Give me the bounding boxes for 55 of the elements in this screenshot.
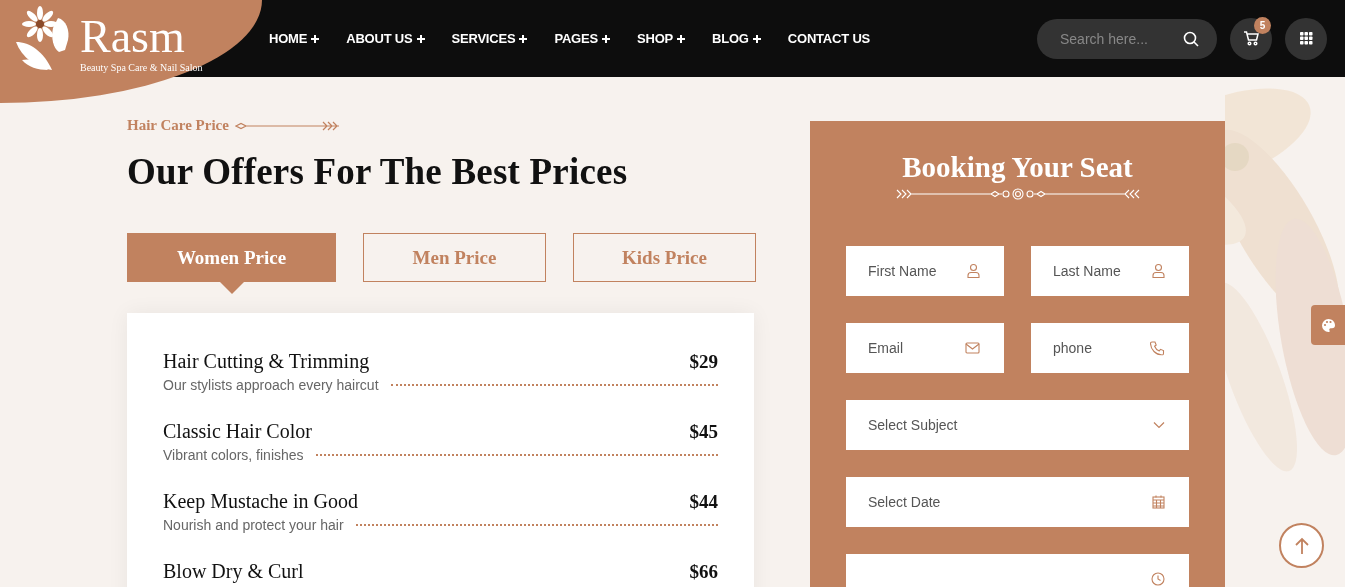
subject-dropdown[interactable]: Select Subject — [846, 400, 1189, 450]
ornament-divider-icon — [895, 188, 1140, 200]
booking-title: Booking Your Seat — [902, 151, 1133, 184]
service-description: Nourish and protect your hair — [163, 517, 344, 533]
palette-icon — [1320, 317, 1336, 333]
nav-link[interactable]: ABOUT US — [346, 31, 426, 46]
calendar-icon — [1152, 495, 1165, 509]
service-price: $66 — [689, 561, 718, 583]
section-title: Our Offers For The Best Prices — [127, 150, 629, 193]
scroll-to-top-button[interactable] — [1279, 523, 1324, 568]
clock-icon — [1151, 572, 1165, 586]
plus-icon — [601, 33, 611, 44]
service-description: Our stylists approach every haircut — [163, 377, 379, 393]
logo-tagline: Beauty Spa Care & Nail Salon — [80, 62, 203, 73]
service-name: Keep Mustache in Good — [163, 490, 358, 513]
input-field[interactable]: Select Date — [846, 477, 1189, 527]
plus-icon — [676, 33, 687, 44]
plus-icon — [751, 33, 762, 44]
input-field[interactable]: phone — [1031, 323, 1189, 373]
input-field[interactable]: Email — [846, 323, 1004, 373]
palette-button[interactable] — [1311, 305, 1345, 345]
tab-pointer-icon — [219, 282, 244, 294]
arrow-up-icon — [1293, 536, 1310, 555]
search-field[interactable]: Search here... — [1037, 18, 1217, 59]
input-field[interactable]: Last Name — [1031, 246, 1189, 296]
person-icon — [967, 263, 980, 279]
section-eyebrow: Hair Care Price — [127, 117, 229, 134]
nav-link[interactable]: BLOG — [712, 31, 762, 46]
nav-link[interactable]: HOME — [269, 31, 321, 46]
search-icon — [1183, 30, 1199, 47]
plus-icon — [415, 33, 426, 44]
envelope-icon — [965, 342, 980, 354]
plus-icon — [518, 33, 529, 44]
service-price: $45 — [689, 421, 718, 443]
cart-icon — [1243, 31, 1259, 46]
chevron-down-icon — [1153, 421, 1165, 429]
logo-name: Rasm — [80, 14, 186, 60]
service-price: $29 — [689, 351, 718, 373]
nav-link[interactable]: CONTACT US — [787, 31, 871, 46]
menu-button[interactable] — [1285, 17, 1327, 60]
arrow-ornament-icon — [234, 120, 341, 131]
plus-icon — [310, 33, 321, 44]
service-price: $44 — [689, 491, 718, 513]
cart-count-badge: 5 — [1254, 16, 1271, 34]
phone-icon — [1150, 340, 1165, 356]
service-name: Classic Hair Color — [163, 420, 312, 443]
nav-link[interactable]: SERVICES — [451, 31, 529, 46]
service-name: Hair Cutting & Trimming — [163, 350, 370, 373]
input-field[interactable]: First Name — [846, 246, 1004, 296]
service-name: Blow Dry & Curl — [163, 560, 304, 583]
service-description: Vibrant colors, finishes — [163, 447, 304, 463]
nav-link[interactable]: SHOP — [637, 31, 687, 46]
grid-icon — [1299, 32, 1313, 45]
nav-link[interactable]: PAGES — [554, 31, 611, 46]
person-icon — [1152, 263, 1165, 279]
